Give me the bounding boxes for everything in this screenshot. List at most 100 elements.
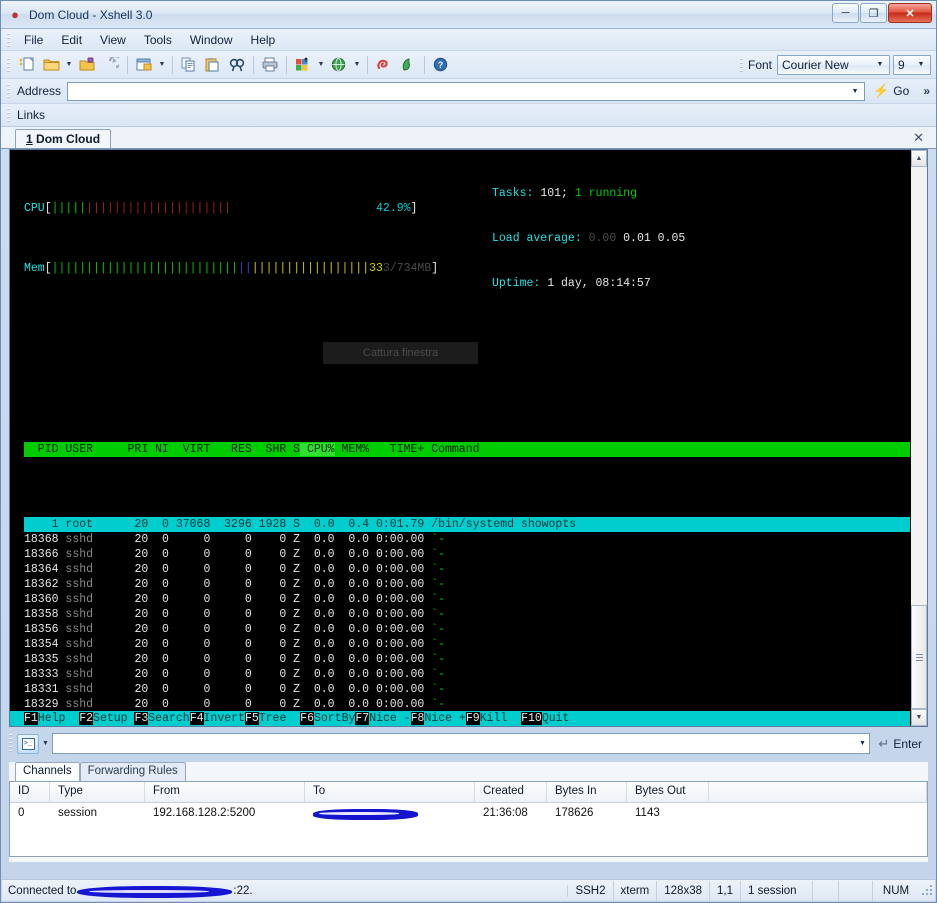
process-row[interactable]: 18354 sshd 20 0 0 0 0 Z 0.0 0.0 0:00.00 … <box>24 637 910 652</box>
status-protocol: SSH2 <box>568 880 614 901</box>
menu-grip[interactable] <box>5 30 12 49</box>
cell-id: 0 <box>18 807 25 819</box>
xftp-icon[interactable] <box>396 53 420 77</box>
process-row[interactable]: 1 root 20 0 37068 3296 1928 S 0.0 0.4 0:… <box>24 517 910 532</box>
file-transfer-icon[interactable] <box>291 53 315 77</box>
load-average-line: Load average: 0.00 0.01 0.05 <box>492 231 685 246</box>
xshell-icon[interactable] <box>372 53 396 77</box>
process-row[interactable]: 18333 sshd 20 0 0 0 0 Z 0.0 0.0 0:00.00 … <box>24 667 910 682</box>
scrollbar-track[interactable] <box>911 167 927 709</box>
copy-icon[interactable] <box>177 53 201 77</box>
column-header-bytes-in[interactable]: Bytes In <box>547 782 627 803</box>
process-table-body[interactable]: 1 root 20 0 37068 3296 1928 S 0.0 0.4 0:… <box>24 517 910 726</box>
process-row[interactable]: 18364 sshd 20 0 0 0 0 Z 0.0 0.0 0:00.00 … <box>24 562 910 577</box>
xshell-app-icon: ● <box>11 7 19 22</box>
cell-to-redacted <box>305 803 475 825</box>
column-header-bytes-out[interactable]: Bytes Out <box>627 782 709 803</box>
help-icon[interactable]: ? <box>429 53 453 77</box>
menu-edit[interactable]: Edit <box>52 31 91 49</box>
command-bar-grip[interactable] <box>9 733 15 754</box>
enter-label: Enter <box>893 736 922 751</box>
tab-dom-cloud[interactable]: 1 Dom Cloud <box>15 129 112 148</box>
process-row[interactable]: 18335 sshd 20 0 0 0 0 Z 0.0 0.0 0:00.00 … <box>24 652 910 667</box>
capture-window-tooltip: Cattura finestra <box>323 342 478 364</box>
go-button[interactable]: ⚡ Go <box>865 83 917 99</box>
command-input[interactable]: ▼ <box>52 733 871 754</box>
status-spacer-2 <box>839 880 873 901</box>
column-header-to[interactable]: To <box>305 782 475 803</box>
process-row[interactable]: 18366 sshd 20 0 0 0 0 Z 0.0 0.0 0:00.00 … <box>24 547 910 562</box>
column-header-from[interactable]: From <box>145 782 305 803</box>
svg-text:?: ? <box>438 60 444 70</box>
paste-icon[interactable] <box>201 53 225 77</box>
status-cursor-pos: 1,1 <box>710 880 741 901</box>
chevron-down-icon[interactable]: ▼ <box>39 740 52 747</box>
close-button[interactable]: ✕ <box>888 3 932 23</box>
close-tab-icon[interactable]: ✕ <box>913 130 924 146</box>
session-manager-dropdown-icon[interactable]: ▼ <box>156 53 168 77</box>
menu-file[interactable]: File <box>15 31 52 49</box>
address-input[interactable]: ▼ <box>67 81 866 101</box>
new-session-icon[interactable] <box>15 53 39 77</box>
load-average-label: Load average: <box>492 232 582 245</box>
maximize-button[interactable]: ❐ <box>860 3 887 23</box>
open-folder-icon[interactable] <box>39 53 63 77</box>
terminal-icon[interactable]: >_ <box>17 733 39 754</box>
column-header-id[interactable]: ID <box>10 782 50 803</box>
terminal-scrollbar[interactable]: ▲ ▼ <box>910 150 927 726</box>
scrollbar-thumb[interactable] <box>911 605 927 709</box>
menu-tools[interactable]: Tools <box>135 31 181 49</box>
chevron-down-icon[interactable]: ▼ <box>848 88 862 95</box>
font-toolbar-grip[interactable] <box>737 55 745 74</box>
tasks-running-count: 1 <box>574 187 582 200</box>
load-5min: 0.01 <box>623 232 651 245</box>
process-row[interactable]: 18358 sshd 20 0 0 0 0 Z 0.0 0.0 0:00.00 … <box>24 607 910 622</box>
menu-window[interactable]: Window <box>181 31 242 49</box>
column-header-created[interactable]: Created <box>475 782 547 803</box>
process-row[interactable]: 18356 sshd 20 0 0 0 0 Z 0.0 0.0 0:00.00 … <box>24 622 910 637</box>
process-row[interactable]: 18331 sshd 20 0 0 0 0 Z 0.0 0.0 0:00.00 … <box>24 682 910 697</box>
menu-help[interactable]: Help <box>242 31 285 49</box>
tab-forwarding-rules[interactable]: Forwarding Rules <box>79 762 186 781</box>
web-browser-icon[interactable] <box>327 53 351 77</box>
process-row[interactable]: 18368 sshd 20 0 0 0 0 Z 0.0 0.0 0:00.00 … <box>24 532 910 547</box>
web-browser-dropdown-icon[interactable]: ▼ <box>351 53 363 77</box>
font-family-combo[interactable]: Courier New ▼ <box>777 54 890 75</box>
tab-channels[interactable]: Channels <box>15 762 80 781</box>
session-manager-icon[interactable] <box>132 53 156 77</box>
process-row[interactable]: 18362 sshd 20 0 0 0 0 Z 0.0 0.0 0:00.00 … <box>24 577 910 592</box>
print-icon[interactable] <box>258 53 282 77</box>
uptime-line: Uptime: 1 day, 08:14:57 <box>492 276 685 291</box>
htop-function-key-bar[interactable]: F1Help F2Setup F3SearchF4InvertF5Tree F6… <box>10 711 910 726</box>
process-row[interactable]: 18360 sshd 20 0 0 0 0 Z 0.0 0.0 0:00.00 … <box>24 592 910 607</box>
chevron-down-icon[interactable]: ▼ <box>855 740 869 747</box>
tab-index: 1 <box>26 132 33 146</box>
connection-status-prefix: Connected to <box>8 884 77 897</box>
find-icon[interactable] <box>225 53 249 77</box>
menu-view[interactable]: View <box>91 31 135 49</box>
font-size-combo[interactable]: 9 ▼ <box>893 54 931 75</box>
uptime-label: Uptime: <box>492 277 541 290</box>
process-row[interactable]: 18329 sshd 20 0 0 0 0 Z 0.0 0.0 0:00.00 … <box>24 697 910 712</box>
terminal-output[interactable]: CPU[|||||||||||||||||||||||||| 42.9%] Me… <box>10 150 910 726</box>
reconnect-icon[interactable] <box>99 53 123 77</box>
minimize-button[interactable]: ─ <box>832 3 859 23</box>
enter-button[interactable]: ↵ Enter <box>870 736 928 752</box>
address-grip[interactable] <box>5 82 12 100</box>
fkey-f10: F10 <box>521 712 542 725</box>
open-session-icon[interactable] <box>75 53 99 77</box>
status-spacer-1 <box>813 880 839 901</box>
table-row[interactable]: 0 session 192.168.128.2:5200 21:36:08 17… <box>10 803 927 825</box>
links-grip[interactable] <box>5 106 12 124</box>
terminal-panel: CPU[|||||||||||||||||||||||||| 42.9%] Me… <box>9 149 928 727</box>
resize-grip-icon[interactable] <box>921 883 935 898</box>
toolbar-overflow-button[interactable]: » <box>917 84 936 98</box>
mem-value-total: 3/734MB <box>382 262 432 275</box>
load-1min: 0.00 <box>588 232 617 245</box>
file-transfer-dropdown-icon[interactable]: ▼ <box>315 53 327 77</box>
open-folder-dropdown-icon[interactable]: ▼ <box>63 53 75 77</box>
column-header-type[interactable]: Type <box>50 782 145 803</box>
toolbar-grip[interactable] <box>5 55 12 74</box>
scroll-up-icon[interactable]: ▲ <box>911 150 927 167</box>
scroll-down-icon[interactable]: ▼ <box>911 709 927 726</box>
